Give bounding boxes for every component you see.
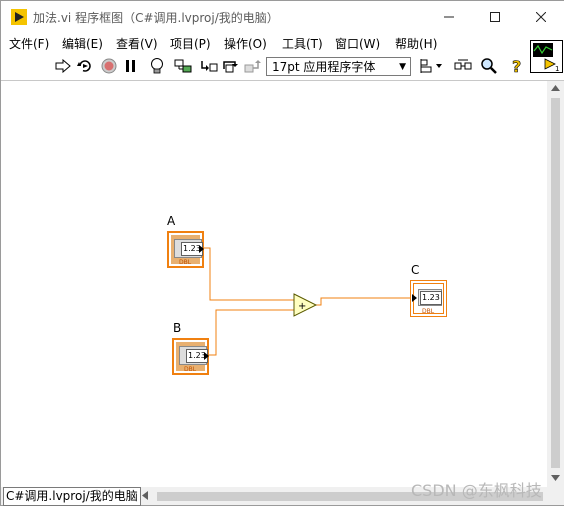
menu-project[interactable]: 项目(P)	[170, 35, 211, 52]
control-a-type: DBL	[179, 259, 192, 266]
output-arrow-icon	[204, 352, 209, 360]
control-b-type: DBL	[184, 366, 197, 373]
step-into-icon[interactable]	[200, 57, 218, 75]
project-context-tab[interactable]: C#调用.lvproj/我的电脑	[3, 487, 141, 506]
wires-layer: +	[204, 247, 410, 356]
chevron-down-icon: ▼	[399, 62, 406, 72]
input-arrow-icon	[412, 294, 417, 302]
menu-window[interactable]: 窗口(W)	[335, 35, 380, 52]
scroll-up-icon[interactable]	[551, 85, 560, 91]
minimize-icon	[444, 16, 454, 18]
clean-up-diagram-icon[interactable]	[454, 57, 472, 75]
labview-app-icon	[11, 9, 27, 25]
maximize-button[interactable]	[472, 1, 518, 33]
run-continuously-icon[interactable]	[76, 57, 94, 75]
run-arrow-icon[interactable]	[54, 57, 72, 75]
menu-file[interactable]: 文件(F)	[9, 35, 49, 52]
control-a-label[interactable]: A	[167, 214, 175, 228]
close-icon	[536, 12, 546, 22]
menu-view[interactable]: 查看(V)	[116, 35, 158, 52]
wire-a	[204, 247, 295, 303]
control-a-terminal[interactable]: 1.23 DBL	[167, 231, 204, 268]
search-icon[interactable]	[480, 57, 498, 75]
help-icon[interactable]: ?	[508, 57, 526, 75]
retain-wire-values-icon[interactable]	[174, 57, 192, 75]
font-select[interactable]: 17pt 应用程序字体 ▼	[266, 57, 411, 76]
vi-icon[interactable]: 1	[530, 40, 563, 73]
control-b-label[interactable]: B	[173, 321, 181, 335]
wire-b	[209, 307, 295, 356]
window-title: 加法.vi 程序框图（C#调用.lvproj/我的电脑）	[33, 11, 279, 25]
scroll-left-icon[interactable]	[142, 491, 148, 500]
output-arrow-icon	[199, 245, 204, 253]
menu-bar: 文件(F) 编辑(E) 查看(V) 项目(P) 操作(O) 工具(T) 窗口(W…	[1, 33, 529, 53]
add-operator-symbol: +	[298, 301, 306, 312]
control-b-terminal[interactable]: 1.23 DBL	[172, 338, 209, 375]
minimize-button[interactable]	[426, 1, 472, 33]
step-out-icon[interactable]	[244, 57, 262, 75]
menu-tools[interactable]: 工具(T)	[282, 35, 323, 52]
abort-icon[interactable]	[100, 57, 118, 75]
close-button[interactable]	[518, 1, 564, 33]
align-objects-icon[interactable]	[419, 57, 445, 75]
add-node[interactable]: +	[293, 293, 318, 317]
maximize-icon	[490, 12, 500, 22]
highlight-execution-icon[interactable]	[148, 57, 166, 75]
wire-c	[315, 297, 410, 306]
vertical-scrollbar[interactable]	[547, 81, 564, 487]
indicator-c-value: 1.23	[420, 291, 442, 305]
labview-block-diagram-window: 加法.vi 程序框图（C#调用.lvproj/我的电脑） 文件(F) 编辑(E)…	[0, 0, 564, 506]
svg-text:?: ?	[512, 57, 521, 75]
step-over-icon[interactable]	[222, 57, 240, 75]
indicator-c-label[interactable]: C	[411, 263, 419, 277]
menu-help[interactable]: 帮助(H)	[395, 35, 437, 52]
scroll-down-icon[interactable]	[551, 475, 560, 481]
svg-text:1: 1	[555, 65, 559, 72]
watermark-text: CSDN @东枫科技	[411, 481, 542, 500]
menu-edit[interactable]: 编辑(E)	[62, 35, 103, 52]
menu-operate[interactable]: 操作(O)	[224, 35, 267, 52]
toolbar: 17pt 应用程序字体 ▼ ?	[1, 53, 529, 81]
pause-icon[interactable]	[122, 57, 140, 75]
block-diagram-canvas[interactable]: + A 1.23 DBL B 1.23 DBL C 1.23 DBL	[1, 81, 547, 487]
font-select-value: 17pt 应用程序字体	[272, 60, 376, 74]
vertical-scroll-thumb[interactable]	[551, 98, 560, 468]
title-bar: 加法.vi 程序框图（C#调用.lvproj/我的电脑）	[1, 1, 564, 33]
indicator-c-terminal[interactable]: 1.23 DBL	[410, 280, 447, 317]
indicator-c-type: DBL	[422, 308, 435, 315]
